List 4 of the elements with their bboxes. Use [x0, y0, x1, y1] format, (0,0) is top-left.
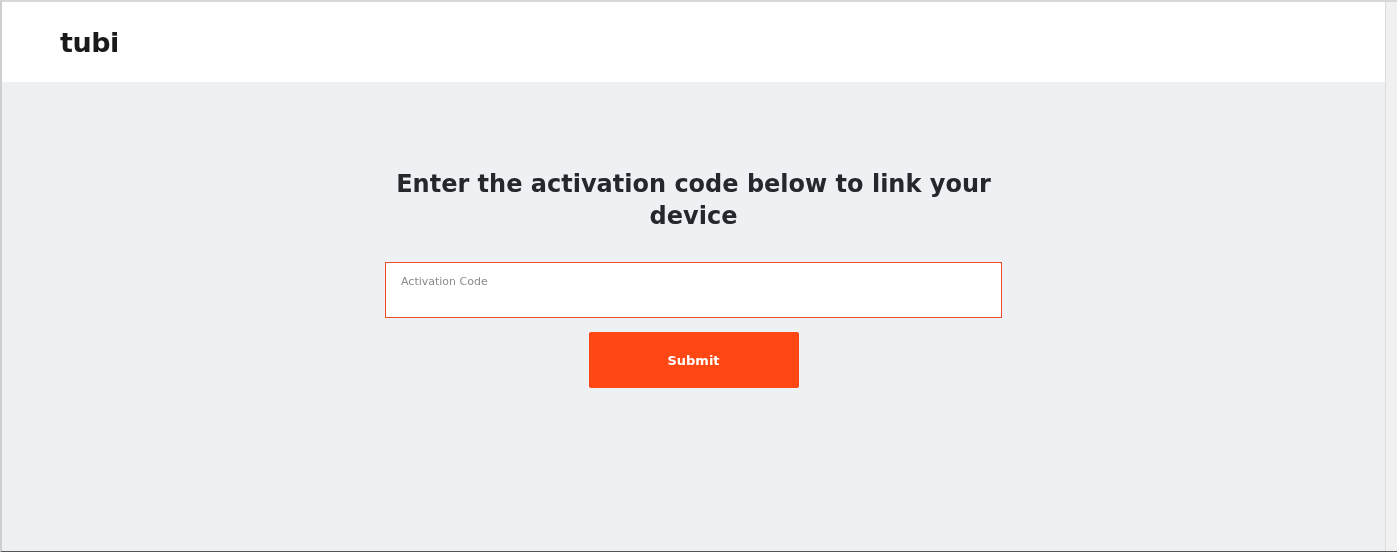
page-heading: Enter the activation code below to link your device	[395, 169, 992, 232]
activation-code-field[interactable]: Activation Code	[385, 262, 1002, 318]
logo[interactable]: tubi	[60, 28, 119, 56]
scrollbar-track[interactable]	[1385, 2, 1397, 551]
